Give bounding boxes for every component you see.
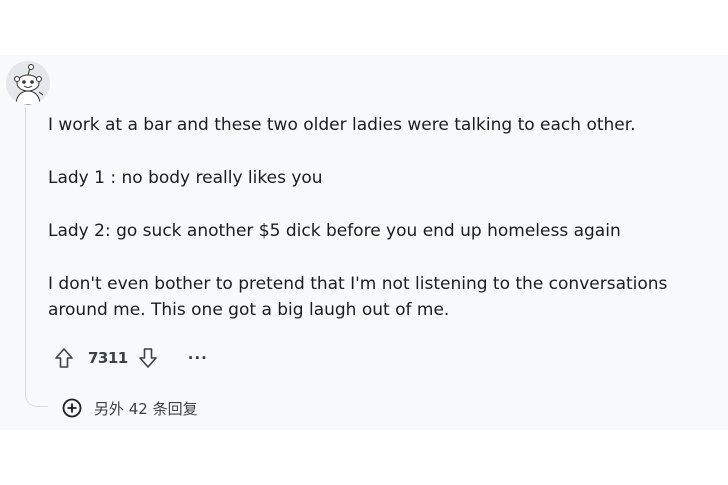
upvote-arrow-icon[interactable] (52, 345, 76, 371)
comment-paragraph: I don't even bother to pretend that I'm … (48, 274, 668, 320)
comment-body: I work at a bar and these two older ladi… (48, 112, 723, 323)
more-replies-link[interactable]: 另外 42 条回复 (62, 396, 198, 420)
plus-circle-icon (62, 398, 82, 418)
comment-paragraph: I work at a bar and these two older ladi… (48, 115, 636, 135)
more-dots-icon[interactable]: ··· (188, 349, 208, 367)
more-replies-label: 另外 42 条回复 (94, 399, 198, 418)
snoo-avatar-icon[interactable] (6, 61, 50, 105)
comment-actions: 7311 ··· (52, 345, 208, 371)
comment-paragraph: Lady 1 : no body really likes you (48, 168, 323, 188)
thread-line[interactable] (25, 107, 48, 407)
comment-paragraph: Lady 2: go suck another $5 dick before y… (48, 221, 621, 241)
downvote-arrow-icon[interactable] (136, 345, 160, 371)
comment-card: I work at a bar and these two older ladi… (0, 55, 728, 430)
vote-count: 7311 (88, 349, 128, 367)
